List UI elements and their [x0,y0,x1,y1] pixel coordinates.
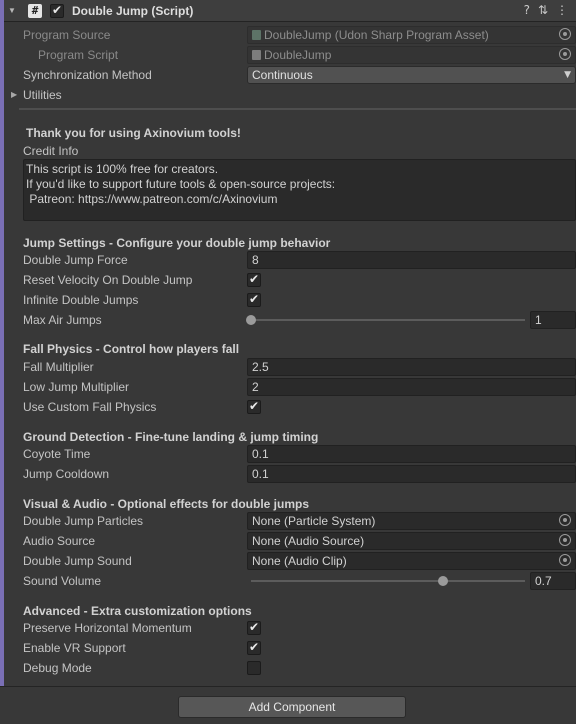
low-jump-multiplier-input[interactable]: 2 [247,378,576,396]
low-jump-multiplier-label: Low Jump Multiplier [23,380,130,394]
sound-volume-slider-track[interactable] [251,580,525,582]
credit-heading: Thank you for using Axinovium tools! [26,126,241,140]
component-accent-bar [0,0,4,686]
component-title: Double Jump (Script) [72,3,194,18]
max-air-jumps-input[interactable]: 1 [530,311,576,329]
preserve-momentum-label: Preserve Horizontal Momentum [23,621,192,635]
object-picker-icon[interactable] [559,554,571,566]
double-jump-force-label: Double Jump Force [23,253,128,267]
script-hash-icon: # [28,3,42,18]
custom-fall-checkbox[interactable]: ✔ [247,399,261,414]
checkmark-icon: ✔ [249,620,260,634]
reset-velocity-label: Reset Velocity On Double Jump [23,273,193,287]
checkmark-icon: ✔ [249,399,260,413]
audio-source-label: Audio Source [23,534,96,548]
sound-volume-input[interactable]: 0.7 [530,572,576,590]
sound-volume-label: Sound Volume [23,574,102,588]
particles-label: Double Jump Particles [23,514,144,528]
credit-info-textarea[interactable]: This script is 100% free for creators. I… [23,159,576,221]
audio-source-field[interactable]: None (Audio Source) [247,532,576,550]
sync-method-dropdown[interactable]: Continuous ▼ [247,66,576,84]
jump-settings-heading: Jump Settings - Configure your double ju… [23,236,331,250]
max-air-jumps-label: Max Air Jumps [23,313,102,327]
sound-volume-slider-thumb[interactable] [437,576,448,586]
vr-support-checkbox[interactable]: ✔ [247,640,261,655]
dropdown-arrow-icon: ▼ [564,70,571,80]
utilities-foldout[interactable]: Utilities [23,86,62,104]
debug-mode-label: Debug Mode [23,661,92,675]
checkmark-icon: ✔ [52,2,63,17]
program-script-value: DoubleJump [264,48,332,62]
fall-physics-heading: Fall Physics - Control how players fall [23,342,240,356]
credit-line: This script is 100% free for creators. [26,162,219,176]
infinite-jumps-label: Infinite Double Jumps [23,293,139,307]
object-picker-icon[interactable] [559,514,571,526]
credit-line: Patreon: https://www.patreon.com/c/Axino… [26,192,278,206]
reset-velocity-checkbox[interactable]: ✔ [247,272,261,287]
debug-mode-checkbox[interactable] [247,661,261,675]
program-source-field[interactable]: DoubleJump (Udon Sharp Program Asset) [247,26,576,44]
infinite-jumps-checkbox[interactable]: ✔ [247,292,261,307]
credit-info-label: Credit Info [23,144,79,158]
object-picker-icon[interactable] [559,534,571,546]
program-script-label: Program Script [38,48,119,62]
program-script-field[interactable]: DoubleJump [247,46,576,64]
max-air-jumps-slider-track[interactable] [251,319,525,321]
ground-detection-heading: Ground Detection - Fine-tune landing & j… [23,430,319,444]
vr-support-label: Enable VR Support [23,641,126,655]
jump-sound-field[interactable]: None (Audio Clip) [247,552,576,570]
jump-sound-label: Double Jump Sound [23,554,132,568]
visual-audio-heading: Visual & Audio - Optional effects for do… [23,497,310,511]
script-file-icon [252,50,261,60]
sync-method-label: Synchronization Method [23,68,152,82]
section-divider [19,108,576,110]
sync-method-value: Continuous [252,68,313,82]
jump-cooldown-label: Jump Cooldown [23,467,110,481]
jump-sound-value: None (Audio Clip) [252,554,347,568]
audio-source-value: None (Audio Source) [252,534,365,548]
checkmark-icon: ✔ [249,292,260,306]
program-source-label: Program Source [23,28,111,42]
custom-fall-label: Use Custom Fall Physics [23,400,157,414]
max-air-jumps-slider-thumb[interactable] [246,315,256,325]
particles-value: None (Particle System) [252,514,376,528]
foldout-arrow-icon[interactable]: ▶ [11,90,17,99]
presets-icon[interactable]: ⇅ [538,3,548,17]
program-source-value: DoubleJump (Udon Sharp Program Asset) [264,28,489,42]
object-picker-icon[interactable] [559,48,571,60]
checkmark-icon: ✔ [249,272,260,286]
coyote-time-label: Coyote Time [23,447,91,461]
checkmark-icon: ✔ [249,640,260,654]
context-menu-icon[interactable]: ⋮ [556,3,568,17]
jump-cooldown-input[interactable]: 0.1 [247,465,576,483]
fold-arrow-icon[interactable]: ▼ [8,6,18,15]
add-component-button[interactable]: Add Component [178,696,406,718]
credit-line: If you'd like to support future tools & … [26,177,336,191]
double-jump-force-input[interactable]: 8 [247,251,576,269]
preserve-momentum-checkbox[interactable]: ✔ [247,620,261,635]
component-header[interactable]: ▼ # ✔ Double Jump (Script) ? ⇅ ⋮ [4,0,576,22]
particles-field[interactable]: None (Particle System) [247,512,576,530]
program-asset-icon [252,30,261,40]
component-enabled-checkbox[interactable]: ✔ [50,2,64,18]
advanced-heading: Advanced - Extra customization options [23,604,252,618]
coyote-time-input[interactable]: 0.1 [247,445,576,463]
fall-multiplier-label: Fall Multiplier [23,360,94,374]
help-icon[interactable]: ? [524,3,530,17]
fall-multiplier-input[interactable]: 2.5 [247,358,576,376]
object-picker-icon[interactable] [559,28,571,40]
